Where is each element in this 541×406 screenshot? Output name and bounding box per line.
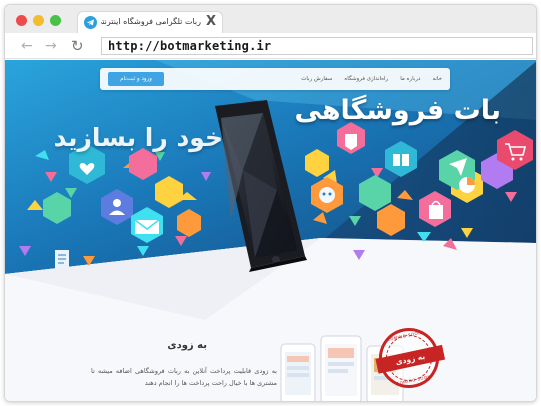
tab-title: ربات تلگرامی فروشگاه اینترنتی <box>101 17 201 26</box>
menu-item-setup-store[interactable]: راه‌اندازی فروشگاه <box>344 76 388 82</box>
close-icon[interactable]: X <box>206 14 216 30</box>
robot-icon <box>319 187 335 203</box>
browser-toolbar: ← → ↻ http://botmarketing.ir <box>5 33 536 59</box>
pie-chart-icon <box>459 177 475 193</box>
maximize-window-button[interactable] <box>50 15 61 26</box>
page-viewport: ورود و ثبت‌نام خانه درباره ما راه‌اندازی… <box>5 60 536 401</box>
forward-arrow-icon[interactable]: → <box>45 37 57 55</box>
telegram-favicon-icon <box>84 16 97 29</box>
browser-titlebar: ربات تلگرامی فروشگاه اینترنتی X <box>5 5 536 33</box>
minimize-window-button[interactable] <box>33 15 44 26</box>
hero-title: بات فروشگاهی <box>294 95 502 126</box>
site-menu: خانه درباره ما راه‌اندازی فروشگاه سفارش … <box>301 68 442 90</box>
gift-icon <box>393 154 409 166</box>
url-text: http://botmarketing.ir <box>108 39 272 53</box>
browser-tab[interactable]: ربات تلگرامی فروشگاه اینترنتی X <box>77 11 223 33</box>
reload-icon[interactable]: ↻ <box>71 37 84 55</box>
back-arrow-icon[interactable]: ← <box>21 37 33 55</box>
menu-item-about[interactable]: درباره ما <box>400 76 420 82</box>
menu-item-order-bot[interactable]: سفارش ربات <box>301 76 332 82</box>
browser-window: ربات تلگرامی فروشگاه اینترنتی X ← → ↻ ht… <box>4 4 537 402</box>
address-bar[interactable]: http://botmarketing.ir <box>101 37 533 55</box>
site-navbar: ورود و ثبت‌نام خانه درباره ما راه‌اندازی… <box>100 68 450 90</box>
login-register-button[interactable]: ورود و ثبت‌نام <box>108 72 164 86</box>
document-icon <box>55 250 69 268</box>
close-window-button[interactable] <box>16 15 27 26</box>
coming-soon-description: به زودی قابلیت پرداخت آنلاین به ربات فرو… <box>91 367 277 387</box>
coming-soon-title: به زودی <box>167 340 207 351</box>
menu-item-home[interactable]: خانه <box>432 76 442 82</box>
hero-subtitle: خود را بسازید <box>53 123 223 152</box>
mail-icon <box>134 219 160 234</box>
